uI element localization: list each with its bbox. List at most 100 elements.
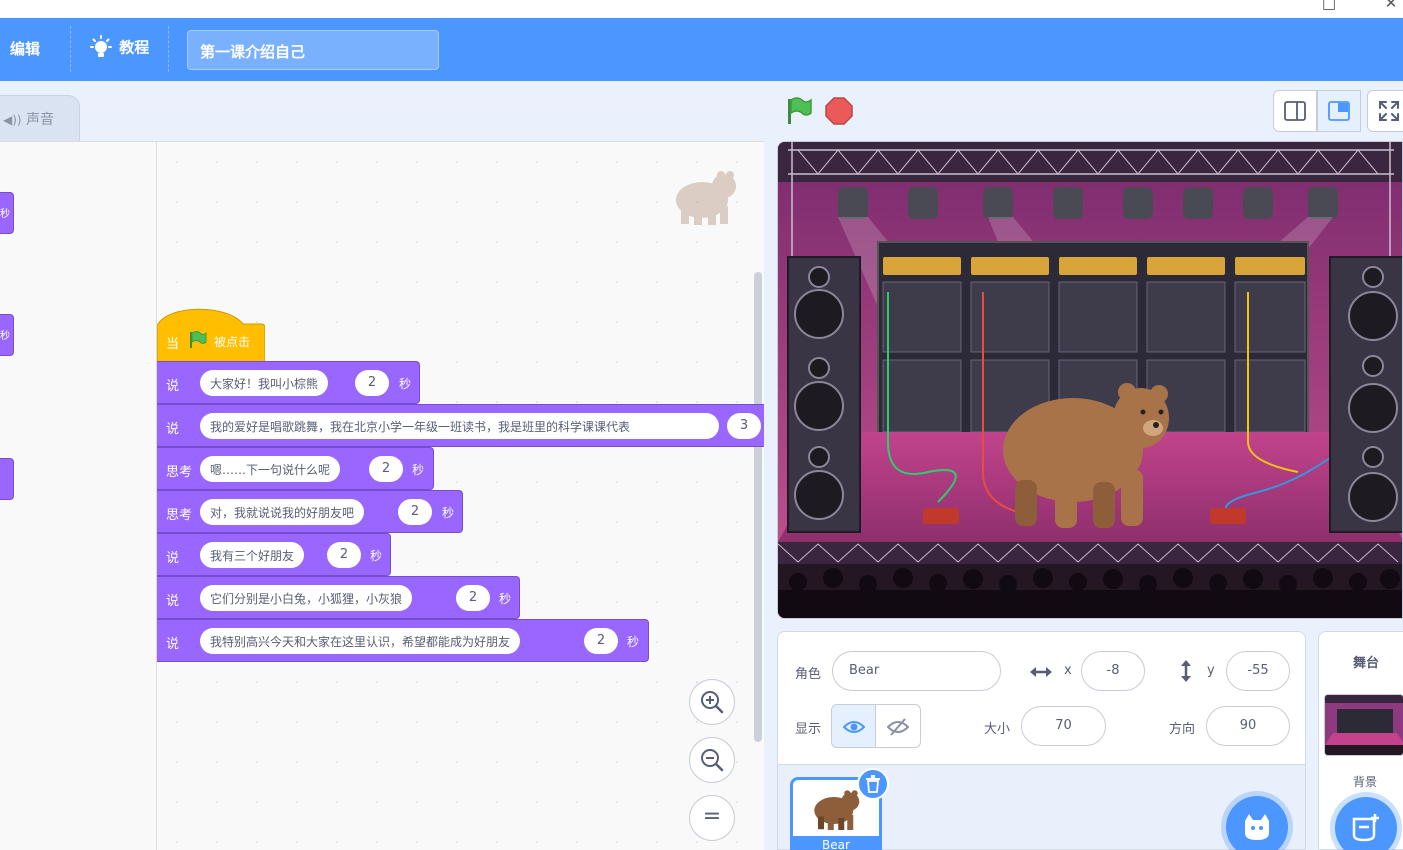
seconds-input[interactable]: 2: [398, 499, 432, 525]
seconds-input[interactable]: 2: [584, 628, 618, 654]
stage-thumbnail[interactable]: [1324, 694, 1403, 756]
zoom-reset-button[interactable]: =: [689, 795, 735, 841]
menu-divider: [70, 26, 71, 72]
zoom-reset-icon: =: [702, 804, 722, 829]
eye-slash-icon: [886, 718, 910, 736]
palette-block[interactable]: 秒: [0, 314, 14, 356]
tutorials-menu[interactable]: 教程: [88, 35, 149, 61]
x-label: x: [1064, 663, 1072, 678]
x-arrows-icon: [1030, 667, 1052, 677]
show-button[interactable]: [831, 704, 876, 748]
block-keyword: 说: [166, 637, 180, 652]
block-keyword: 说: [166, 422, 180, 437]
say-block[interactable]: 说 大家好！我叫小棕熊 2 秒: [157, 361, 420, 404]
stage[interactable]: [777, 141, 1403, 619]
say-block[interactable]: 说 我的爱好是唱歌跳舞，我在北京小学一年级一班读书，我是班里的科学课课代表 3: [157, 404, 764, 447]
edit-menu[interactable]: 编辑: [10, 38, 40, 59]
seconds-unit: 秒: [499, 592, 512, 606]
block-keyword: 思考: [166, 465, 193, 480]
sprite-watermark: [676, 171, 736, 225]
small-stage-button[interactable]: [1273, 90, 1317, 132]
seconds-input[interactable]: 2: [355, 370, 389, 396]
show-label: 显示: [795, 722, 822, 737]
backdrops-label: 背景: [1353, 775, 1378, 789]
y-label: y: [1207, 663, 1215, 678]
block-keyword: 说: [166, 551, 180, 566]
add-backdrop-icon: [1352, 814, 1379, 842]
seconds-input[interactable]: 2: [456, 585, 490, 611]
message-input[interactable]: 嗯……下一句说什么呢: [200, 456, 341, 482]
y-arrows-icon: [1181, 660, 1191, 682]
add-sprite-button[interactable]: [1226, 796, 1288, 850]
speaker-icon: ◀)): [3, 113, 22, 127]
eye-icon: [842, 721, 866, 733]
size-label: 大小: [984, 722, 1011, 737]
seconds-input[interactable]: 2: [327, 542, 361, 568]
message-input[interactable]: 对，我就说说我的好朋友吧: [200, 499, 365, 525]
green-flag-icon: [190, 331, 207, 348]
stage-thumbnail-image: [1325, 695, 1403, 755]
sprite-list: Bear: [777, 765, 1306, 850]
message-input[interactable]: 我有三个好朋友: [200, 542, 305, 568]
fullscreen-button[interactable]: [1367, 90, 1403, 132]
say-block[interactable]: 说 我有三个好朋友 2 秒: [157, 533, 391, 576]
sprite-info-panel: 角色 Bear x -8 y -55 显示 大小 70 方向 90: [777, 631, 1306, 765]
message-input[interactable]: 它们分别是小白兔，小狐狸，小灰狼: [200, 585, 413, 611]
tab-sounds[interactable]: ◀)) 声音: [0, 95, 80, 141]
direction-input[interactable]: 90: [1206, 706, 1290, 746]
seconds-input[interactable]: 2: [369, 456, 403, 482]
add-sprite-icon: [1245, 814, 1269, 840]
green-flag-button[interactable]: [783, 96, 813, 126]
size-input[interactable]: 70: [1021, 706, 1106, 746]
think-block[interactable]: 思考 嗯……下一句说什么呢 2 秒: [157, 447, 434, 490]
stop-icon: [825, 97, 853, 125]
direction-label: 方向: [1169, 722, 1196, 737]
stage-target-panel: 舞台 背景: [1318, 631, 1403, 850]
normal-stage-icon: [1328, 101, 1350, 121]
y-input[interactable]: -55: [1226, 651, 1290, 691]
hide-button[interactable]: [876, 704, 921, 748]
hat-when-label: 当: [166, 337, 180, 352]
zoom-in-icon: [701, 691, 724, 714]
window-titlebar: □ ✕: [0, 0, 1403, 18]
sprite-name-input[interactable]: Bear: [832, 651, 1001, 691]
message-input[interactable]: 我的爱好是唱歌跳舞，我在北京小学一年级一班读书，我是班里的科学课课代表: [200, 413, 719, 439]
zoom-in-button[interactable]: [689, 679, 735, 725]
x-input[interactable]: -8: [1081, 651, 1145, 691]
palette-block[interactable]: [0, 458, 14, 500]
code-scrollbar[interactable]: [754, 272, 762, 742]
tutorials-label: 教程: [119, 38, 150, 57]
sprite-thumbnail-name: Bear: [793, 836, 879, 850]
say-block[interactable]: 说 我特别高兴今天和大家在这里认识，希望都能成为好朋友 2 秒: [157, 619, 649, 662]
hat-clicked-label: 被点击: [214, 335, 251, 349]
project-title-input[interactable]: 第一课介绍自己: [187, 30, 439, 70]
block-palette: 秒 秒: [0, 141, 157, 850]
palette-block[interactable]: 秒: [0, 192, 14, 234]
seconds-input[interactable]: 3: [727, 413, 761, 439]
seconds-unit: 秒: [370, 549, 383, 563]
seconds-unit: 秒: [442, 506, 455, 520]
message-input[interactable]: 大家好！我叫小棕熊: [200, 370, 329, 396]
bear-sprite[interactable]: [993, 370, 1173, 530]
delete-sprite-button[interactable]: [857, 768, 889, 800]
block-keyword: 思考: [166, 508, 193, 523]
seconds-unit: 秒: [627, 635, 640, 649]
zoom-out-button[interactable]: [689, 737, 735, 783]
tab-sounds-label: 声音: [26, 112, 55, 128]
stop-button[interactable]: [824, 96, 854, 126]
code-area[interactable]: 当 被点击 说 大家好！我叫小棕熊 2 秒 说 我的爱好是唱歌跳舞，我在北京小学…: [157, 141, 764, 850]
sprite-label: 角色: [795, 667, 822, 682]
say-block[interactable]: 说 它们分别是小白兔，小狐狸，小灰狼 2 秒: [157, 576, 520, 619]
scratch-editor: □ ✕ 编辑 教程 第一课介绍自己 ◀)) 声音 秒 秒 当 被点击 说 大家好…: [0, 0, 1403, 850]
add-backdrop-button[interactable]: [1335, 797, 1397, 850]
bulb-icon: [90, 35, 112, 57]
normal-stage-button[interactable]: [1317, 90, 1361, 132]
close-icon[interactable]: ✕: [1378, 0, 1403, 16]
menu-divider: [168, 26, 169, 72]
think-block[interactable]: 思考 对，我就说说我的好朋友吧 2 秒: [157, 490, 463, 533]
message-input[interactable]: 我特别高兴今天和大家在这里认识，希望都能成为好朋友: [200, 628, 521, 654]
when-flag-clicked-block[interactable]: 当 被点击: [157, 302, 265, 368]
zoom-out-icon: [701, 749, 724, 772]
maximize-icon[interactable]: □: [1316, 0, 1342, 16]
fullscreen-icon: [1379, 101, 1399, 121]
